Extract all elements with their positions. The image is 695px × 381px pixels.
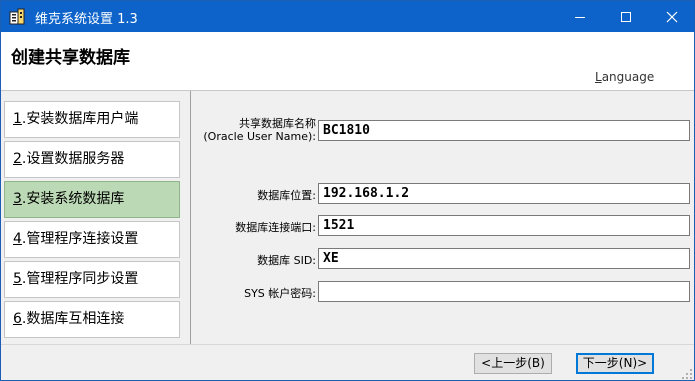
db-name-label: 共享数据库名称 (Oracle User Name):: [203, 117, 316, 143]
resize-grip-icon[interactable]: [682, 369, 692, 379]
step-label: .安装系统数据库: [21, 191, 125, 207]
minimize-button[interactable]: [557, 1, 602, 32]
step-item-setup-server[interactable]: 2.设置数据服务器: [4, 141, 180, 178]
step-item-manager-connection[interactable]: 4.管理程序连接设置: [4, 221, 180, 258]
next-button[interactable]: 下一步(N)>: [576, 353, 654, 374]
db-location-label: 数据库位置:: [257, 189, 316, 202]
previous-button[interactable]: <上一步(B): [474, 353, 552, 374]
step-number: 3: [13, 191, 22, 207]
step-label: .安装数据库用户端: [21, 111, 139, 127]
step-label: .管理程序连接设置: [21, 231, 139, 247]
step-number: 2: [13, 151, 22, 167]
step-label: .设置数据服务器: [21, 151, 125, 167]
step-number: 6: [13, 311, 22, 327]
db-sid-input[interactable]: XE: [318, 248, 690, 269]
language-link-mnemonic: L: [595, 70, 602, 84]
language-link-label: anguage: [601, 70, 655, 84]
wizard-body: 1.安装数据库用户端 2.设置数据服务器 3.安装系统数据库 4.管理程序连接设…: [1, 91, 694, 344]
db-port-label: 数据库连接端口:: [235, 221, 316, 234]
db-name-input[interactable]: BC1810: [318, 120, 690, 141]
step-number: 4: [13, 231, 22, 247]
db-sid-label: 数据库 SID:: [257, 254, 316, 267]
sys-password-label: SYS 帐户密码:: [244, 287, 316, 300]
language-link[interactable]: Language: [595, 70, 654, 84]
app-icon: [9, 8, 25, 25]
step-item-manager-sync[interactable]: 5.管理程序同步设置: [4, 261, 180, 298]
close-button[interactable]: [649, 1, 694, 32]
step-label: .管理程序同步设置: [21, 271, 139, 287]
title-bar[interactable]: 维克系统设置 1.3: [1, 1, 694, 32]
page-title: 创建共享数据库: [11, 48, 130, 68]
sys-password-input[interactable]: [318, 281, 690, 302]
step-number: 5: [13, 271, 22, 287]
wizard-window: 维克系统设置 1.3 创建共享数据库 Language 1.安装数据库用户端 2…: [0, 0, 695, 381]
maximize-icon: [620, 11, 631, 22]
wizard-footer: <上一步(B) 下一步(N)>: [1, 344, 694, 380]
db-name-sublabel: (Oracle User Name):: [203, 130, 316, 143]
close-icon: [666, 11, 677, 22]
window-title: 维克系统设置 1.3: [35, 12, 138, 27]
step-item-install-database[interactable]: 3.安装系统数据库: [4, 181, 180, 218]
step-item-install-client[interactable]: 1.安装数据库用户端: [4, 101, 180, 138]
db-location-input[interactable]: 192.168.1.2: [318, 183, 690, 204]
step-item-db-interconnect[interactable]: 6.数据库互相连接: [4, 301, 180, 338]
minimize-icon: [574, 16, 585, 18]
db-name-label-text: 共享数据库名称: [239, 117, 316, 130]
db-port-input[interactable]: 1521: [318, 215, 690, 236]
step-number: 1: [13, 111, 22, 127]
wizard-header: 创建共享数据库 Language: [1, 32, 694, 90]
database-form: 共享数据库名称 (Oracle User Name): BC1810 数据库位置…: [191, 91, 694, 344]
maximize-button[interactable]: [603, 1, 648, 32]
step-label: .数据库互相连接: [21, 311, 125, 327]
